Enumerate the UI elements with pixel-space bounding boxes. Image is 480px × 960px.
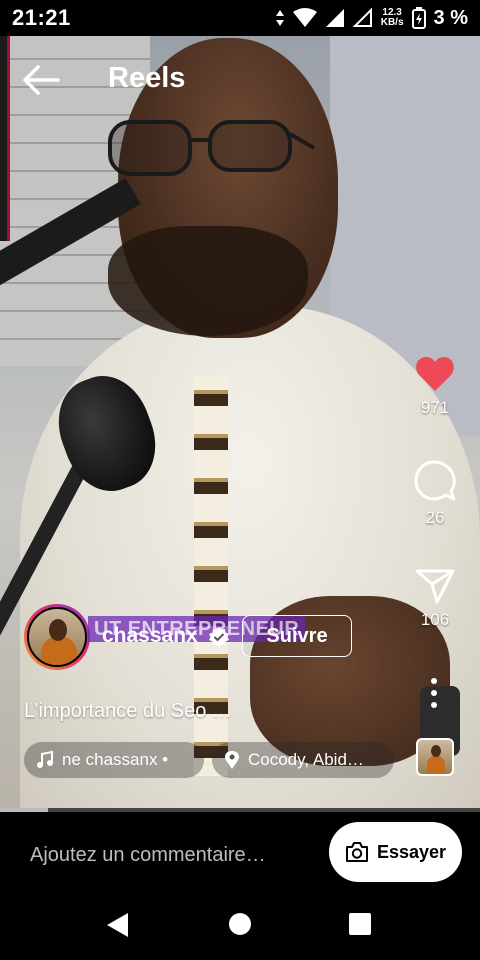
comment-bar: Ajoutez un commentaire… Essayer xyxy=(0,812,480,896)
nav-recents-icon[interactable] xyxy=(349,913,371,935)
signal-outline-icon xyxy=(352,8,372,27)
comment-icon[interactable] xyxy=(414,460,456,502)
follow-button[interactable]: Suivre xyxy=(242,615,352,657)
send-icon[interactable] xyxy=(415,568,455,604)
thumbnail-head xyxy=(431,745,441,757)
dot xyxy=(431,690,437,696)
username[interactable]: chassanx xyxy=(102,624,198,648)
system-nav-bar xyxy=(0,896,480,960)
music-note-icon xyxy=(37,751,53,768)
status-time: 21:21 xyxy=(12,5,71,30)
avatar-torso xyxy=(41,637,77,665)
share-count: 106 xyxy=(420,610,450,629)
nav-back-icon[interactable] xyxy=(106,912,130,938)
dot xyxy=(431,702,437,708)
like-button[interactable]: 971 xyxy=(405,356,465,418)
data-arrows-icon xyxy=(275,10,284,26)
location-pill[interactable]: Cocody, Abid… xyxy=(212,742,394,778)
status-indicators: 12.3 KB/s 3 % xyxy=(275,7,468,30)
comment-count: 26 xyxy=(425,508,445,527)
location-pin-icon xyxy=(225,751,239,769)
camera-icon xyxy=(345,842,368,862)
more-options-icon[interactable] xyxy=(424,678,444,708)
avatar[interactable] xyxy=(24,604,90,670)
person-beard xyxy=(108,226,308,336)
dot xyxy=(431,678,437,684)
nav-home-icon[interactable] xyxy=(229,913,251,935)
comment-button[interactable]: 26 xyxy=(405,460,465,528)
reel-video[interactable] xyxy=(0,36,480,810)
like-count: 971 xyxy=(420,398,450,417)
battery-percent: 3 % xyxy=(433,6,468,29)
audio-thumbnail[interactable] xyxy=(416,738,454,776)
signal-icon xyxy=(325,9,344,27)
audio-text: ne chassanx • xyxy=(62,750,169,769)
avatar-head xyxy=(49,619,67,641)
try-button[interactable]: Essayer xyxy=(329,822,462,882)
location-text: Cocody, Abid… xyxy=(248,750,364,769)
share-button[interactable]: 106 xyxy=(405,568,465,630)
network-speed-unit: KB/s xyxy=(380,17,404,28)
glasses xyxy=(108,120,315,176)
arrow-left-icon[interactable] xyxy=(22,64,62,96)
top-bar: Reels xyxy=(0,44,480,114)
wifi-icon xyxy=(292,8,317,27)
try-label: Essayer xyxy=(376,841,447,862)
battery-icon xyxy=(411,7,426,29)
audio-pill[interactable]: ne chassanx • xyxy=(24,742,204,778)
avatar-image xyxy=(27,607,87,667)
page-title: Reels xyxy=(108,62,186,94)
verified-badge-icon xyxy=(209,627,229,647)
heart-icon[interactable] xyxy=(415,356,455,392)
comment-input[interactable]: Ajoutez un commentaire… xyxy=(30,844,266,867)
status-bar: 21:21 12.3 KB/s 3 % xyxy=(0,0,480,36)
thumbnail-torso xyxy=(427,756,445,774)
caption[interactable]: L’importance du Seo … xyxy=(24,700,232,723)
author-row: UT ENTREPRENEUR chassanx Suivre xyxy=(24,604,364,672)
network-speed: 12.3 KB/s xyxy=(381,8,404,28)
